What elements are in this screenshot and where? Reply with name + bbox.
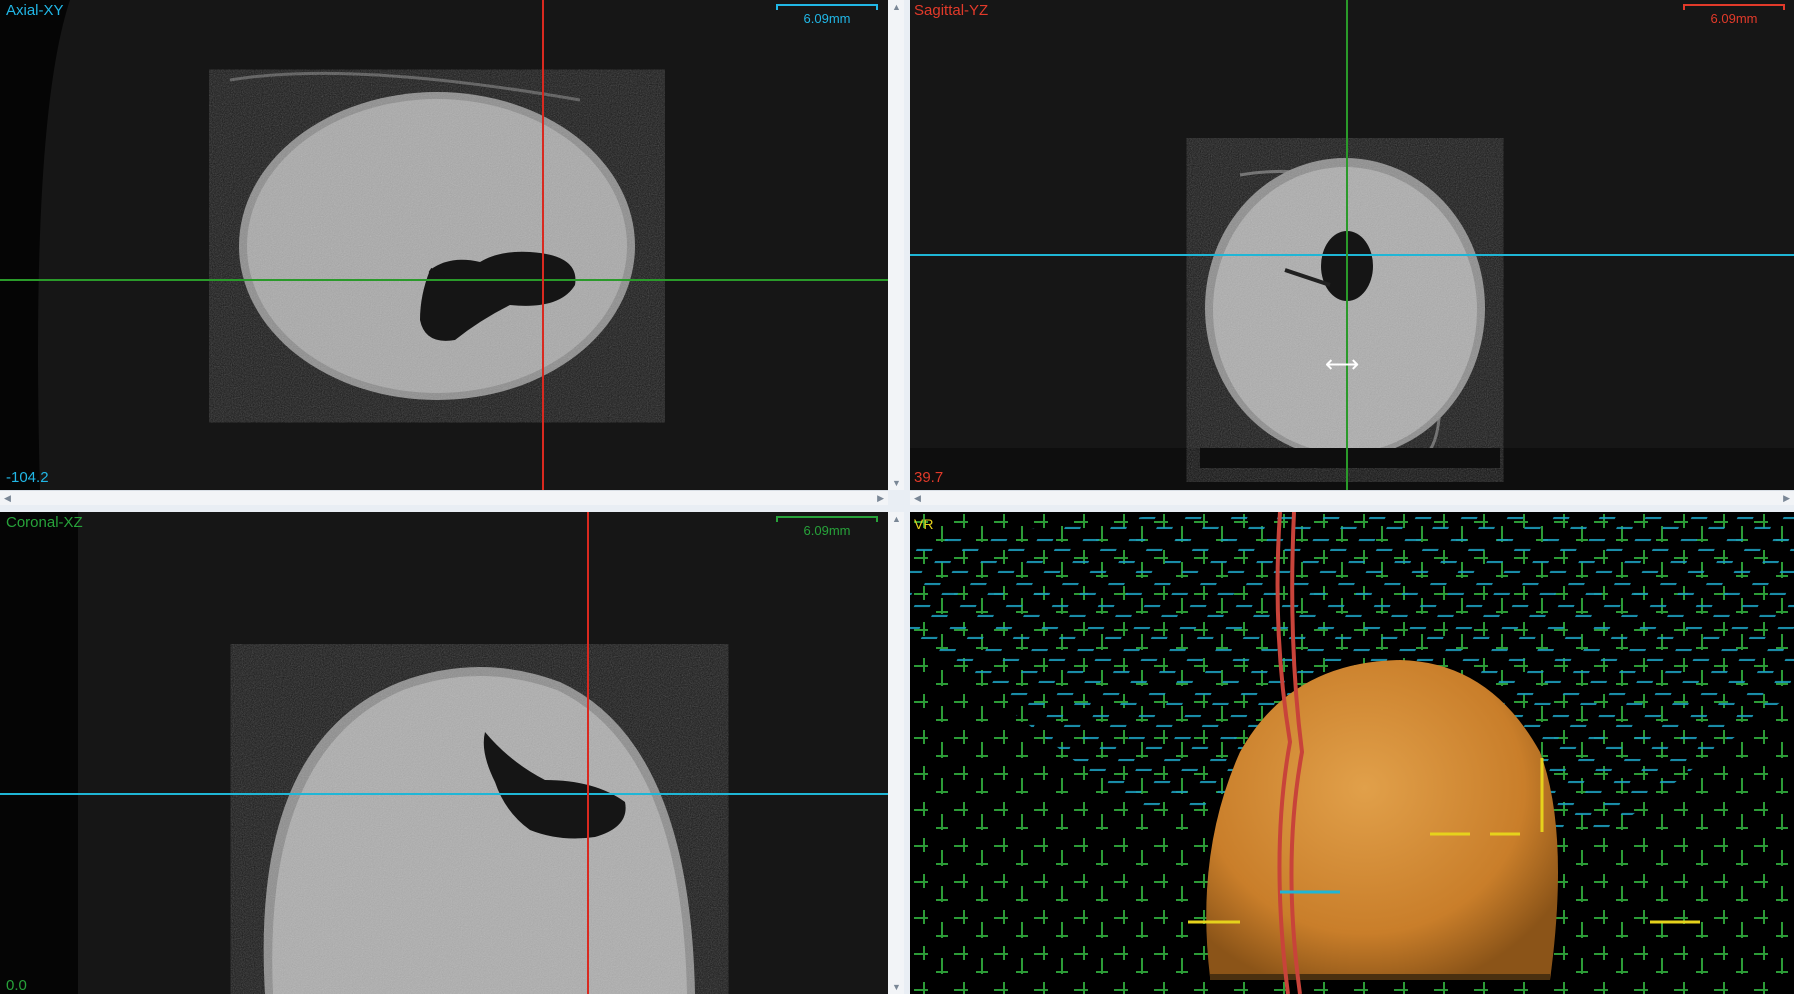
axial-scale-label: 6.09mm: [803, 11, 851, 26]
coronal-crosshair-vertical[interactable]: [587, 512, 589, 994]
scroll-right-icon[interactable]: ▶: [1783, 493, 1790, 503]
coronal-title: Coronal-XZ: [6, 514, 83, 531]
vr-viewport[interactable]: VR: [910, 512, 1794, 994]
axial-slice-value: -104.2: [6, 469, 49, 486]
sagittal-horizontal-scrollbar[interactable]: ◀ ▶: [910, 490, 1794, 505]
axial-image: [0, 0, 635, 490]
scroll-left-icon[interactable]: ◀: [4, 493, 11, 503]
scroll-down-icon[interactable]: ▼: [892, 982, 901, 992]
axial-crosshair-vertical[interactable]: [542, 0, 544, 490]
scroll-up-icon[interactable]: ▲: [892, 2, 901, 12]
axial-horizontal-scrollbar[interactable]: ◀ ▶: [0, 490, 888, 505]
coronal-crosshair-horizontal[interactable]: [0, 793, 888, 795]
scroll-left-icon[interactable]: ◀: [914, 493, 921, 503]
scroll-right-icon[interactable]: ▶: [877, 493, 884, 503]
axial-crosshair-horizontal[interactable]: [0, 279, 888, 281]
coronal-slice-value: 0.0: [6, 977, 27, 994]
sagittal-viewport[interactable]: ⟷ Sagittal-YZ 6.09mm 39.7: [910, 0, 1794, 490]
sagittal-title: Sagittal-YZ: [914, 2, 989, 19]
axial-viewport[interactable]: Axial-XY 6.09mm -104.2: [0, 0, 888, 490]
coronal-image: [0, 512, 695, 994]
sagittal-image: [910, 158, 1794, 490]
coronal-vertical-scrollbar[interactable]: ▲ ▼: [888, 512, 904, 994]
scroll-up-icon[interactable]: ▲: [892, 514, 901, 524]
scroll-down-icon[interactable]: ▼: [892, 478, 901, 488]
sagittal-slice-value: 39.7: [914, 469, 944, 486]
axial-vertical-scrollbar[interactable]: ▲ ▼: [888, 0, 904, 490]
sagittal-scale-label: 6.09mm: [1710, 11, 1758, 26]
vr-title: VR: [914, 516, 934, 532]
resize-horizontal-icon: ⟷: [1325, 351, 1360, 378]
coronal-scale-label: 6.09mm: [803, 523, 851, 538]
axial-title: Axial-XY: [6, 2, 64, 19]
sagittal-crosshair-horizontal[interactable]: [910, 254, 1794, 256]
sagittal-crosshair-vertical[interactable]: [1346, 0, 1348, 490]
coronal-viewport[interactable]: Coronal-XZ 6.09mm 0.0: [0, 512, 888, 994]
vr-render: [910, 512, 1794, 994]
